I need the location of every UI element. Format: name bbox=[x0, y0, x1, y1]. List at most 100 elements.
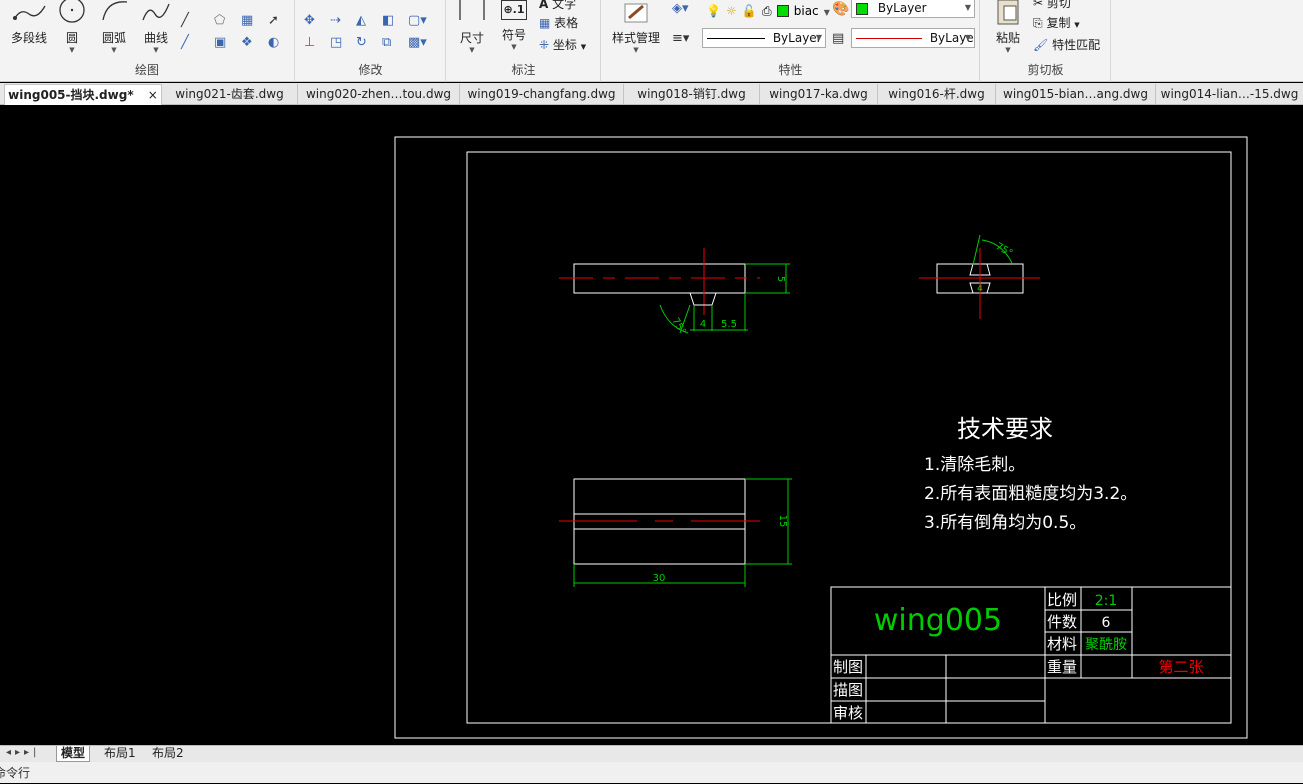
dim-bottom-height: 15 bbox=[777, 515, 788, 528]
tech-req-item: 1.清除毛刺。 bbox=[924, 455, 1025, 475]
arc-icon bbox=[102, 1, 128, 21]
command-line[interactable]: 命令行 bbox=[0, 762, 1303, 783]
curve-dropdown-icon[interactable]: ▼ bbox=[138, 46, 174, 54]
style-manage-button[interactable]: 样式管理 ▼ bbox=[606, 0, 666, 54]
tech-req-item: 2.所有表面粗糙度均为3.2。 bbox=[924, 484, 1137, 504]
arc-button[interactable]: 圆弧 ▼ bbox=[96, 0, 132, 54]
point-icon[interactable]: ➚ bbox=[268, 14, 279, 28]
doc-tab-label: wing015-bian…ang.dwg bbox=[1003, 87, 1148, 101]
paste-button[interactable]: 粘贴 ▼ bbox=[991, 0, 1025, 54]
doc-tab[interactable]: wing021-齿套.dwg bbox=[162, 84, 298, 105]
offset-icon[interactable]: ◧ bbox=[382, 14, 394, 28]
polyline-button[interactable]: 多段线 bbox=[8, 0, 50, 46]
layout-tab-label: 布局1 bbox=[104, 746, 136, 760]
mirror-icon[interactable]: ◭ bbox=[356, 14, 366, 28]
hatch-icon[interactable]: ▦ bbox=[241, 14, 253, 28]
transparency-icon[interactable]: ▤ bbox=[832, 32, 844, 46]
cut-button[interactable]: ✂ 剪切 bbox=[1033, 0, 1071, 11]
stretch-icon[interactable]: ⊥ bbox=[304, 36, 315, 50]
doc-tab[interactable]: wing015-bian…ang.dwg bbox=[996, 84, 1156, 105]
trim-icon[interactable]: ⇢ bbox=[330, 14, 341, 28]
linetype-combo[interactable]: ByLayer ▼ bbox=[702, 28, 826, 48]
linetype-preview bbox=[707, 38, 765, 39]
dimension-label: 尺寸 bbox=[459, 31, 484, 45]
paste-label: 粘贴 bbox=[995, 31, 1020, 45]
doc-tab[interactable]: wing016-杆.dwg bbox=[878, 84, 996, 105]
coordinate-button[interactable]: ⁜ 坐标 ▼ bbox=[539, 36, 586, 53]
curve-button[interactable]: 曲线 ▼ bbox=[138, 0, 174, 54]
text-button[interactable]: A 文字 bbox=[539, 0, 576, 12]
layout-tab-label: 布局2 bbox=[152, 746, 184, 760]
style-manage-dropdown-icon[interactable]: ▼ bbox=[606, 46, 666, 54]
color-swatch bbox=[856, 2, 868, 15]
linetype-dropdown-icon: ▼ bbox=[815, 33, 822, 42]
title-block-name: wing005 bbox=[874, 603, 1002, 638]
dim-slot-width: 4 bbox=[700, 319, 706, 330]
circle-dropdown-icon[interactable]: ▼ bbox=[56, 46, 88, 54]
style-manage-label: 样式管理 bbox=[611, 31, 660, 45]
color-combo[interactable]: ByLayer ▼ bbox=[851, 0, 975, 18]
circle-label: 圆 bbox=[65, 31, 78, 45]
explode-icon[interactable]: ▩▾ bbox=[408, 36, 427, 50]
sheet-value: 第二张 bbox=[1158, 658, 1203, 676]
table-button[interactable]: ▦ 表格 bbox=[539, 14, 578, 31]
scissors-icon: ✂ bbox=[1033, 0, 1044, 10]
scale-icon[interactable]: ◳ bbox=[330, 36, 342, 50]
move-icon[interactable]: ✥ bbox=[304, 14, 315, 28]
text-label: 文字 bbox=[552, 0, 577, 11]
layout-tab-model[interactable]: 模型 bbox=[56, 746, 91, 762]
tech-req-title: 技术要求 bbox=[957, 415, 1053, 443]
region-icon[interactable]: ⬠ bbox=[214, 14, 225, 28]
circle-button[interactable]: 圆 ▼ bbox=[56, 0, 88, 54]
revcloud-icon[interactable]: ◐ bbox=[268, 36, 279, 50]
color-wheel-icon[interactable]: 🎨 bbox=[832, 1, 849, 17]
doc-tab[interactable]: wing020-zhen…tou.dwg bbox=[298, 84, 460, 105]
dimension-dropdown-icon[interactable]: ▼ bbox=[455, 46, 489, 54]
traced-label: 描图 bbox=[833, 681, 863, 699]
match-brush-icon: 🖌 bbox=[1033, 38, 1049, 52]
layout-nav-arrows-icon[interactable]: ◂▸▸| bbox=[6, 747, 40, 758]
rotate-icon[interactable]: ↻ bbox=[356, 36, 367, 50]
layout-tab-2[interactable]: 布局2 bbox=[148, 746, 188, 762]
table-icon: ▦ bbox=[539, 16, 551, 30]
layer-manager-icon[interactable]: ◈▾ bbox=[672, 2, 689, 16]
match-properties-button[interactable]: 🖌 特性匹配 bbox=[1033, 36, 1100, 53]
drawing-canvas[interactable]: 5 4 5.5 75° 75° 4 15 30 技术要求 1.清除毛刺。 2.所… bbox=[0, 105, 1303, 745]
doc-tab[interactable]: wing017-ka.dwg bbox=[760, 84, 878, 105]
dim-side-width: 4 bbox=[977, 284, 983, 294]
lineweight-combo[interactable]: ByLaye ▼ bbox=[851, 28, 975, 48]
doc-tab-label: wing020-zhen…tou.dwg bbox=[305, 87, 451, 101]
copy-button[interactable]: ⎘ 复制 ▼ bbox=[1033, 14, 1080, 31]
dim-top-height: 5 bbox=[775, 276, 786, 282]
lineweight-preview bbox=[856, 38, 922, 39]
close-tab-icon[interactable]: × bbox=[148, 88, 158, 102]
drawing-svg[interactable]: 5 4 5.5 75° 75° 4 15 30 技术要求 1.清除毛刺。 2.所… bbox=[0, 105, 1303, 745]
ray-icon[interactable]: ╱ bbox=[181, 36, 189, 50]
doc-tab[interactable]: wing018-销钉.dwg bbox=[624, 84, 760, 105]
top-view: 5 4 5.5 75° bbox=[559, 248, 790, 337]
doc-tab[interactable]: wing014-lian…-15.dwg bbox=[1156, 84, 1303, 105]
checked-label: 审核 bbox=[833, 704, 863, 722]
arc-dropdown-icon[interactable]: ▼ bbox=[96, 46, 132, 54]
line-icon[interactable]: ╱ bbox=[181, 14, 189, 28]
symbol-dropdown-icon[interactable]: ▼ bbox=[497, 43, 531, 51]
boundary-icon[interactable]: ❖ bbox=[241, 36, 253, 50]
doc-tab[interactable]: wing019-changfang.dwg bbox=[460, 84, 624, 105]
doc-tab-active[interactable]: wing005-挡块.dwg* × bbox=[4, 84, 162, 105]
clipboard-panel: 粘贴 ▼ ✂ 剪切 ⎘ 复制 ▼ 🖌 特性匹配 剪切板 bbox=[981, 0, 1111, 82]
scale-value: 2:1 bbox=[1095, 593, 1118, 609]
properties-panel-label: 特性 bbox=[778, 63, 803, 77]
lineweight-list-icon[interactable]: ≡▾ bbox=[672, 32, 689, 46]
array-icon[interactable]: ⧉ bbox=[382, 36, 391, 50]
paste-dropdown-icon[interactable]: ▼ bbox=[991, 46, 1025, 54]
printer-icon: ⎙ bbox=[761, 4, 772, 18]
doc-tab-label: wing017-ka.dwg bbox=[769, 87, 868, 101]
paste-icon bbox=[997, 0, 1019, 25]
layout-tab-bar: ◂▸▸| 模型 布局1 布局2 bbox=[0, 745, 1303, 762]
layer-combo[interactable]: 💡 ☼ 🔓 ⎙ biac ▼ bbox=[706, 0, 830, 20]
rectangle-icon[interactable]: ▣ bbox=[214, 36, 226, 50]
layout-tab-1[interactable]: 布局1 bbox=[100, 746, 140, 762]
symbol-button[interactable]: ⊕.1 符号 ▼ bbox=[497, 0, 531, 51]
fillet-icon[interactable]: ▢▾ bbox=[408, 14, 427, 28]
dimension-button[interactable]: 尺寸 ▼ bbox=[455, 0, 489, 54]
